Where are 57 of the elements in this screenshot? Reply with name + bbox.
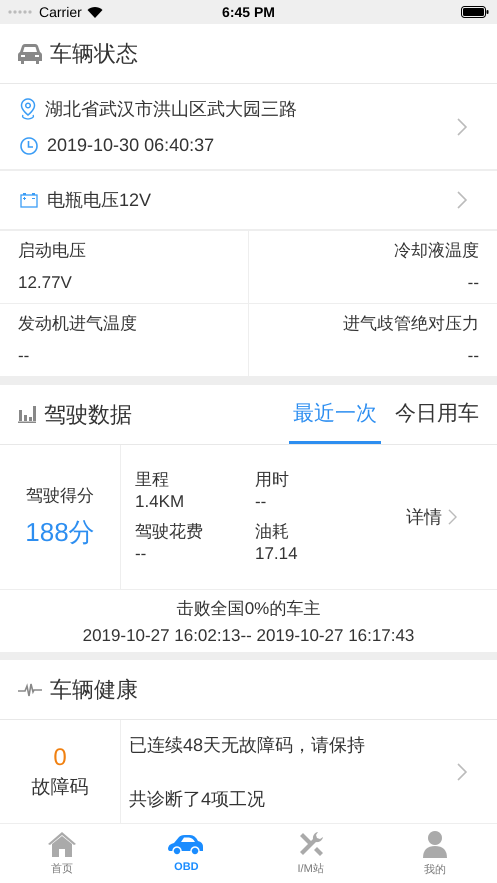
score-label: 驾驶得分 bbox=[26, 485, 94, 507]
period-tab[interactable]: 今日用车 bbox=[391, 385, 483, 444]
health-message: 已连续48天无故障码，请保持 bbox=[129, 734, 366, 756]
stat-label: 驾驶花费 bbox=[135, 521, 204, 543]
signal-icon bbox=[8, 10, 34, 14]
stat-value: -- bbox=[255, 491, 268, 513]
reading-value: -- bbox=[468, 346, 479, 366]
section-title: 车辆健康 bbox=[50, 676, 138, 704]
details-link[interactable]: 详情 bbox=[406, 505, 457, 529]
battery-icon bbox=[461, 6, 489, 18]
clock-icon bbox=[20, 136, 38, 154]
wifi-icon bbox=[86, 6, 103, 18]
chevron-icon bbox=[457, 191, 467, 209]
ranking-text: 击败全国0%的车主 bbox=[176, 598, 320, 620]
location-row[interactable]: 湖北省武汉市洪山区武大园三路 2019-10-30 06:40:37 bbox=[0, 84, 497, 171]
stat-value: 17.14 bbox=[255, 543, 299, 565]
stat-label: 用时 bbox=[255, 469, 290, 491]
tools-icon bbox=[298, 831, 324, 857]
chevron-icon bbox=[448, 509, 457, 525]
person-icon bbox=[422, 830, 448, 858]
trip-period: 2019-10-27 16:02:13-- 2019-10-27 16:17:43 bbox=[82, 626, 414, 646]
tab-bar-item[interactable]: I/M站 bbox=[248, 824, 373, 883]
score-value: 188分 bbox=[25, 516, 95, 549]
reading-value: -- bbox=[18, 346, 30, 366]
battery-voltage-text: 电瓶电压12V bbox=[47, 189, 152, 212]
diagnosis-text: 共诊断了4项工况 bbox=[129, 788, 266, 810]
car-icon bbox=[168, 834, 204, 856]
section-title: 车辆状态 bbox=[50, 40, 138, 68]
health-row[interactable]: 0 故障码 已连续48天无故障码，请保持 共诊断了4项工况 bbox=[0, 720, 497, 824]
location-pin-icon bbox=[20, 98, 36, 120]
heartbeat-icon bbox=[18, 682, 42, 696]
timestamp-text: 2019-10-30 06:40:37 bbox=[47, 135, 214, 156]
tab-bar-item[interactable]: 首页 bbox=[0, 824, 124, 883]
stat-label: 里程 bbox=[135, 469, 170, 491]
reading-label: 启动电压 bbox=[18, 240, 86, 262]
chevron-icon bbox=[457, 762, 467, 780]
fault-count: 0 bbox=[53, 744, 67, 772]
stat-value: -- bbox=[135, 543, 148, 565]
stat-label: 油耗 bbox=[255, 521, 290, 543]
chevron-icon bbox=[457, 118, 467, 136]
battery-voltage-row[interactable]: 电瓶电压12V bbox=[0, 171, 497, 231]
section-title: 驾驶数据 bbox=[44, 400, 132, 428]
fault-label: 故障码 bbox=[32, 776, 88, 800]
car-battery-icon bbox=[20, 192, 38, 208]
car-icon bbox=[18, 44, 42, 64]
status-time: 6:45 PM bbox=[222, 4, 275, 20]
address-text: 湖北省武汉市洪山区武大园三路 bbox=[45, 98, 297, 121]
reading-value: -- bbox=[468, 273, 479, 293]
tab-bar-item[interactable]: 我的 bbox=[372, 824, 497, 883]
stat-value: 1.4KM bbox=[135, 491, 186, 513]
carrier-name: Carrier bbox=[39, 4, 82, 20]
home-icon bbox=[47, 831, 78, 857]
reading-label: 发动机进气温度 bbox=[18, 313, 137, 335]
reading-value: 12.77V bbox=[18, 273, 72, 293]
reading-label: 冷却液温度 bbox=[394, 240, 479, 262]
bar-chart-icon bbox=[18, 406, 36, 423]
reading-label: 进气歧管绝对压力 bbox=[343, 313, 479, 335]
